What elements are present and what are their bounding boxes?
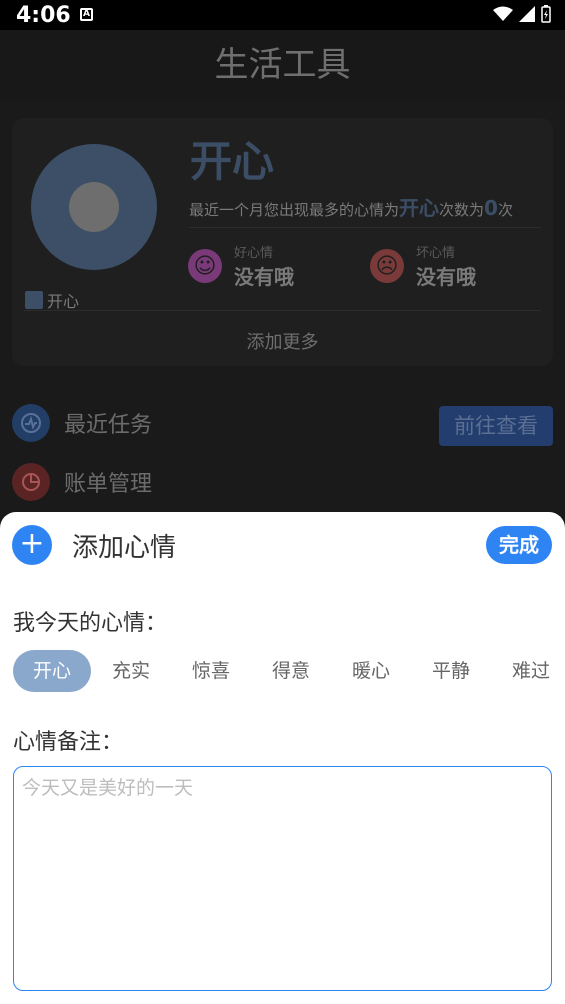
mood-note-input[interactable] xyxy=(13,766,552,991)
pie-center xyxy=(69,182,119,232)
summary-middle: 次数为 xyxy=(439,201,485,219)
mood-chip[interactable]: 开心 xyxy=(13,650,91,692)
signal-icon xyxy=(519,6,535,22)
clock: 4:06 xyxy=(16,3,71,28)
mood-chip[interactable]: 得意 xyxy=(251,650,331,692)
divider xyxy=(24,310,541,311)
summary-count: 0 xyxy=(484,196,498,220)
add-mood-sheet: + 添加心情 完成 我今天的心情： 开心 充实 惊喜 得意 暖心 平静 难过 心… xyxy=(0,512,565,1004)
goto-view-button[interactable]: 前往查看 xyxy=(439,406,553,446)
bad-mood-label: 坏心情 xyxy=(416,246,456,261)
mood-summary-card: 开心 开心 最近一个月您出现最多的心情为开心次数为0次 ☺ 好心情 没有哦 ☹ … xyxy=(12,118,553,366)
battery-icon xyxy=(541,5,551,23)
smile-icon: ☺ xyxy=(188,249,222,283)
mood-chip[interactable]: 充实 xyxy=(91,650,171,692)
note-label: 心情备注： xyxy=(13,730,124,755)
top-mood-title: 开心 xyxy=(190,137,275,186)
mood-pie-chart xyxy=(31,144,157,270)
mood-summary-text: 最近一个月您出现最多的心情为开心次数为0次 xyxy=(189,192,513,221)
page-title: 生活工具 xyxy=(0,30,565,100)
plus-icon[interactable]: + xyxy=(12,525,52,565)
divider xyxy=(189,227,541,228)
wifi-icon xyxy=(493,6,513,21)
bill-manage-label: 账单管理 xyxy=(64,472,153,497)
summary-prefix: 最近一个月您出现最多的心情为 xyxy=(189,201,400,219)
done-button[interactable]: 完成 xyxy=(486,526,552,564)
today-mood-label: 我今天的心情： xyxy=(13,611,168,636)
pie-legend: 开心 xyxy=(25,288,79,312)
mood-chip[interactable]: 难过 xyxy=(491,650,565,692)
mood-chip[interactable]: 惊喜 xyxy=(171,650,251,692)
system-icons xyxy=(493,5,551,23)
sheet-title: 添加心情 xyxy=(72,533,177,563)
activity-icon xyxy=(12,404,50,442)
summary-suffix: 次 xyxy=(497,201,513,219)
mood-chip-list: 开心 充实 惊喜 得意 暖心 平静 难过 xyxy=(13,649,565,693)
bad-mood-box: ☹ 坏心情 没有哦 xyxy=(370,242,476,290)
add-more-button[interactable]: 添加更多 xyxy=(12,328,553,354)
bad-mood-value: 没有哦 xyxy=(416,265,476,289)
notification-icon: A xyxy=(80,8,93,21)
good-mood-value: 没有哦 xyxy=(234,265,294,289)
legend-label: 开心 xyxy=(47,292,80,311)
status-bar: 4:06 A xyxy=(0,0,565,30)
recent-tasks-item[interactable]: 最近任务 xyxy=(12,404,152,442)
recent-tasks-label: 最近任务 xyxy=(64,413,153,438)
good-mood-box: ☺ 好心情 没有哦 xyxy=(188,242,294,290)
frown-icon: ☹ xyxy=(370,249,404,283)
legend-swatch xyxy=(25,291,43,309)
good-mood-label: 好心情 xyxy=(234,246,274,261)
mood-chip[interactable]: 暖心 xyxy=(331,650,411,692)
bill-manage-item[interactable]: 账单管理 xyxy=(12,463,152,501)
summary-mood: 开心 xyxy=(399,196,440,220)
mood-chip[interactable]: 平静 xyxy=(411,650,491,692)
pie-chart-icon xyxy=(12,463,50,501)
